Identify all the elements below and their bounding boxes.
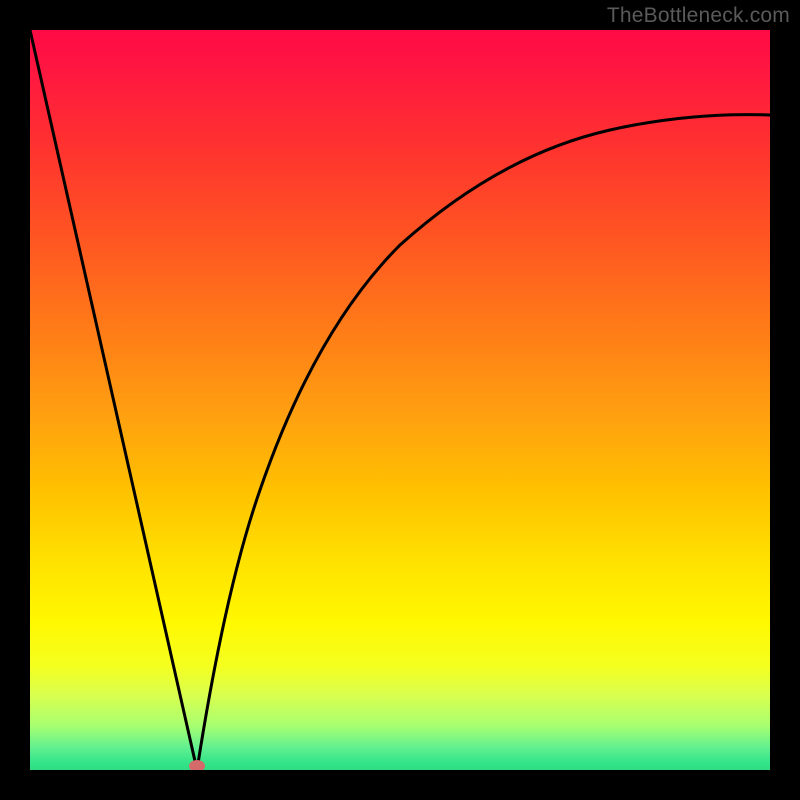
- minimum-marker: [189, 760, 205, 770]
- plot-area: [30, 30, 770, 770]
- curve-left: [30, 30, 197, 770]
- curve-layer: [30, 30, 770, 770]
- chart-frame: TheBottleneck.com: [0, 0, 800, 800]
- watermark-text: TheBottleneck.com: [607, 4, 790, 28]
- curve-right: [197, 115, 770, 770]
